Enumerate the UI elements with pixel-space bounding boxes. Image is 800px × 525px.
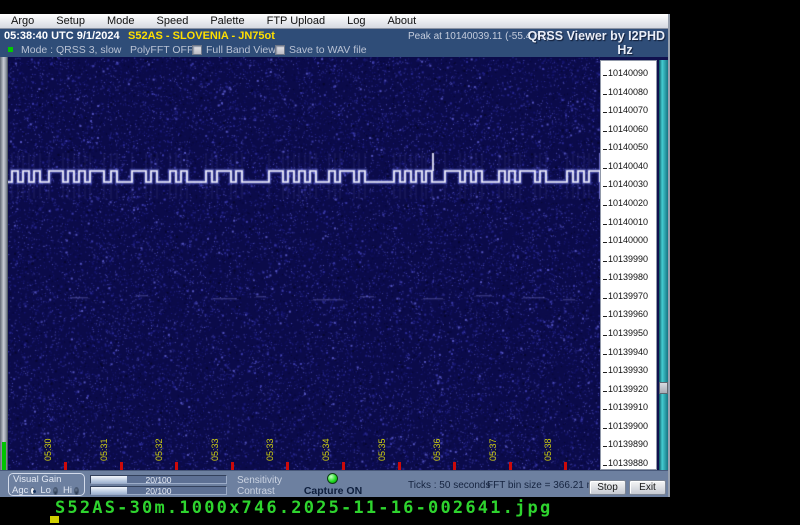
frequency-scale: 1014010010140090101400801014007010140060… bbox=[600, 60, 657, 470]
freq-label: 10140050 bbox=[608, 142, 648, 152]
freq-label: 10139960 bbox=[608, 309, 648, 319]
time-tick-mark bbox=[175, 462, 178, 470]
save-to-wav-checkbox[interactable] bbox=[275, 45, 285, 55]
time-tick-mark bbox=[398, 462, 401, 470]
freq-label: 10140000 bbox=[608, 235, 648, 245]
freq-label: 10139920 bbox=[608, 384, 648, 394]
time-tick-label: 05:30 bbox=[43, 431, 53, 461]
waterfall-display bbox=[8, 57, 600, 470]
radio-label-lo: Lo bbox=[40, 485, 51, 496]
scrollbar-thumb[interactable] bbox=[659, 382, 668, 394]
freq-label: 10139970 bbox=[608, 291, 648, 301]
freq-label: 10139880 bbox=[608, 458, 648, 468]
time-tick-mark bbox=[342, 462, 345, 470]
freq-label: 10139900 bbox=[608, 421, 648, 431]
time-tick-mark bbox=[231, 462, 234, 470]
radio-label-agc: Agc bbox=[12, 485, 28, 496]
freq-label: 10139950 bbox=[608, 328, 648, 338]
time-tick-label: 05:33 bbox=[210, 431, 220, 461]
visual-gain-radios: Agc Lo Hi bbox=[12, 485, 84, 496]
time-tick-label: 05:33 bbox=[265, 431, 275, 461]
freq-label: 10139940 bbox=[608, 347, 648, 357]
control-bar: Visual Gain Agc Lo Hi 20/100 20/100 Sensit… bbox=[0, 470, 668, 497]
time-tick-label: 05:35 bbox=[377, 431, 387, 461]
freq-label: 10139930 bbox=[608, 365, 648, 375]
freq-label: 10140040 bbox=[608, 161, 648, 171]
freq-label: 10140080 bbox=[608, 87, 648, 97]
visual-gain-label: Visual Gain bbox=[13, 474, 61, 485]
save-to-wav-label: Save to WAV file bbox=[289, 44, 367, 56]
station-callsign: S52AS - SLOVENIA - JN75ot bbox=[128, 30, 275, 42]
freq-label: 10140010 bbox=[608, 217, 648, 227]
capture-led-icon bbox=[327, 473, 338, 484]
capture-status: Capture ON bbox=[302, 485, 364, 497]
menu-bar: ArgoSetupModeSpeedPaletteFTP UploadLogAb… bbox=[0, 14, 668, 29]
freq-label: 10139980 bbox=[608, 272, 648, 282]
menu-item-ftp-upload[interactable]: FTP Upload bbox=[256, 14, 337, 29]
full-band-view-checkbox[interactable] bbox=[192, 45, 202, 55]
menu-item-palette[interactable]: Palette bbox=[199, 14, 255, 29]
time-tick-mark bbox=[509, 462, 512, 470]
contrast-label: Contrast bbox=[237, 486, 275, 497]
menu-item-log[interactable]: Log bbox=[336, 14, 376, 29]
sensitivity-label: Sensitivity bbox=[237, 475, 282, 486]
visual-gain-group: Visual Gain Agc Lo Hi bbox=[8, 473, 85, 496]
freq-label: 10140030 bbox=[608, 179, 648, 189]
mode-readout: Mode : QRSS 3, slow bbox=[21, 44, 121, 56]
frequency-unit-label: Hz bbox=[600, 43, 650, 57]
polyfft-status: PolyFFT OFF bbox=[130, 44, 193, 56]
screen: ArgoSetupModeSpeedPaletteFTP UploadLogAb… bbox=[0, 0, 800, 525]
sensitivity-slider[interactable]: 20/100 bbox=[90, 475, 227, 484]
radio-label-hi: Hi bbox=[63, 485, 72, 496]
terminal-strip: S52AS-30m.1000x746.2025-11-16-002641.jpg bbox=[0, 497, 800, 525]
freq-label: 10140070 bbox=[608, 105, 648, 115]
capture-progress-bar bbox=[2, 442, 6, 470]
waterfall-area: 05:30 05:31 05:32 05:33 05:33 05:34 05:35 05:36… bbox=[0, 57, 668, 470]
menu-item-argo[interactable]: Argo bbox=[0, 14, 45, 29]
freq-label: 10139990 bbox=[608, 254, 648, 264]
menu-item-setup[interactable]: Setup bbox=[45, 14, 96, 29]
stop-button[interactable]: Stop bbox=[589, 480, 626, 495]
time-tick-mark bbox=[453, 462, 456, 470]
ticks-info: Ticks : 50 seconds bbox=[408, 480, 490, 491]
contrast-value: 20/100 bbox=[91, 487, 226, 494]
time-tick-mark bbox=[120, 462, 123, 470]
freq-label: 10140090 bbox=[608, 68, 648, 78]
radio-lo[interactable] bbox=[53, 487, 58, 495]
exit-button[interactable]: Exit bbox=[629, 480, 666, 495]
time-tick-label: 05:38 bbox=[543, 431, 553, 461]
freq-label: 10139890 bbox=[608, 439, 648, 449]
time-tick-label: 05:32 bbox=[154, 431, 164, 461]
status-bar: 05:38:40 UTC 9/1/2024 S52AS - SLOVENIA -… bbox=[0, 29, 668, 43]
time-tick-label: 05:34 bbox=[321, 431, 331, 461]
menu-item-speed[interactable]: Speed bbox=[146, 14, 200, 29]
time-tick-label: 05:37 bbox=[488, 431, 498, 461]
mode-indicator-icon bbox=[8, 47, 13, 52]
time-tick-label: 05:31 bbox=[99, 431, 109, 461]
time-tick-label: 05:36 bbox=[432, 431, 442, 461]
contrast-slider[interactable]: 20/100 bbox=[90, 486, 227, 495]
radio-hi[interactable] bbox=[74, 487, 79, 495]
sensitivity-value: 20/100 bbox=[91, 476, 226, 483]
freq-label: 10140060 bbox=[608, 124, 648, 134]
menu-item-mode[interactable]: Mode bbox=[96, 14, 146, 29]
mode-bar: Mode : QRSS 3, slow PolyFFT OFF Full Ban… bbox=[0, 43, 668, 57]
argo-window: ArgoSetupModeSpeedPaletteFTP UploadLogAb… bbox=[0, 14, 670, 497]
frequency-scrollbar[interactable] bbox=[659, 60, 668, 470]
radio-agc[interactable] bbox=[30, 487, 35, 495]
full-band-view-label: Full Band View bbox=[206, 44, 276, 56]
freq-label: 10140020 bbox=[608, 198, 648, 208]
menu-item-about[interactable]: About bbox=[376, 14, 427, 29]
time-tick-mark bbox=[64, 462, 67, 470]
saved-filename: S52AS-30m.1000x746.2025-11-16-002641.jpg bbox=[55, 498, 552, 518]
terminal-cursor-icon bbox=[50, 516, 59, 523]
left-frame bbox=[0, 57, 8, 470]
utc-datetime: 05:38:40 UTC 9/1/2024 bbox=[4, 30, 120, 42]
app-title: QRSS Viewer by I2PHD bbox=[528, 29, 665, 43]
time-tick-mark bbox=[286, 462, 289, 470]
time-tick-mark bbox=[564, 462, 567, 470]
freq-label: 10139910 bbox=[608, 402, 648, 412]
